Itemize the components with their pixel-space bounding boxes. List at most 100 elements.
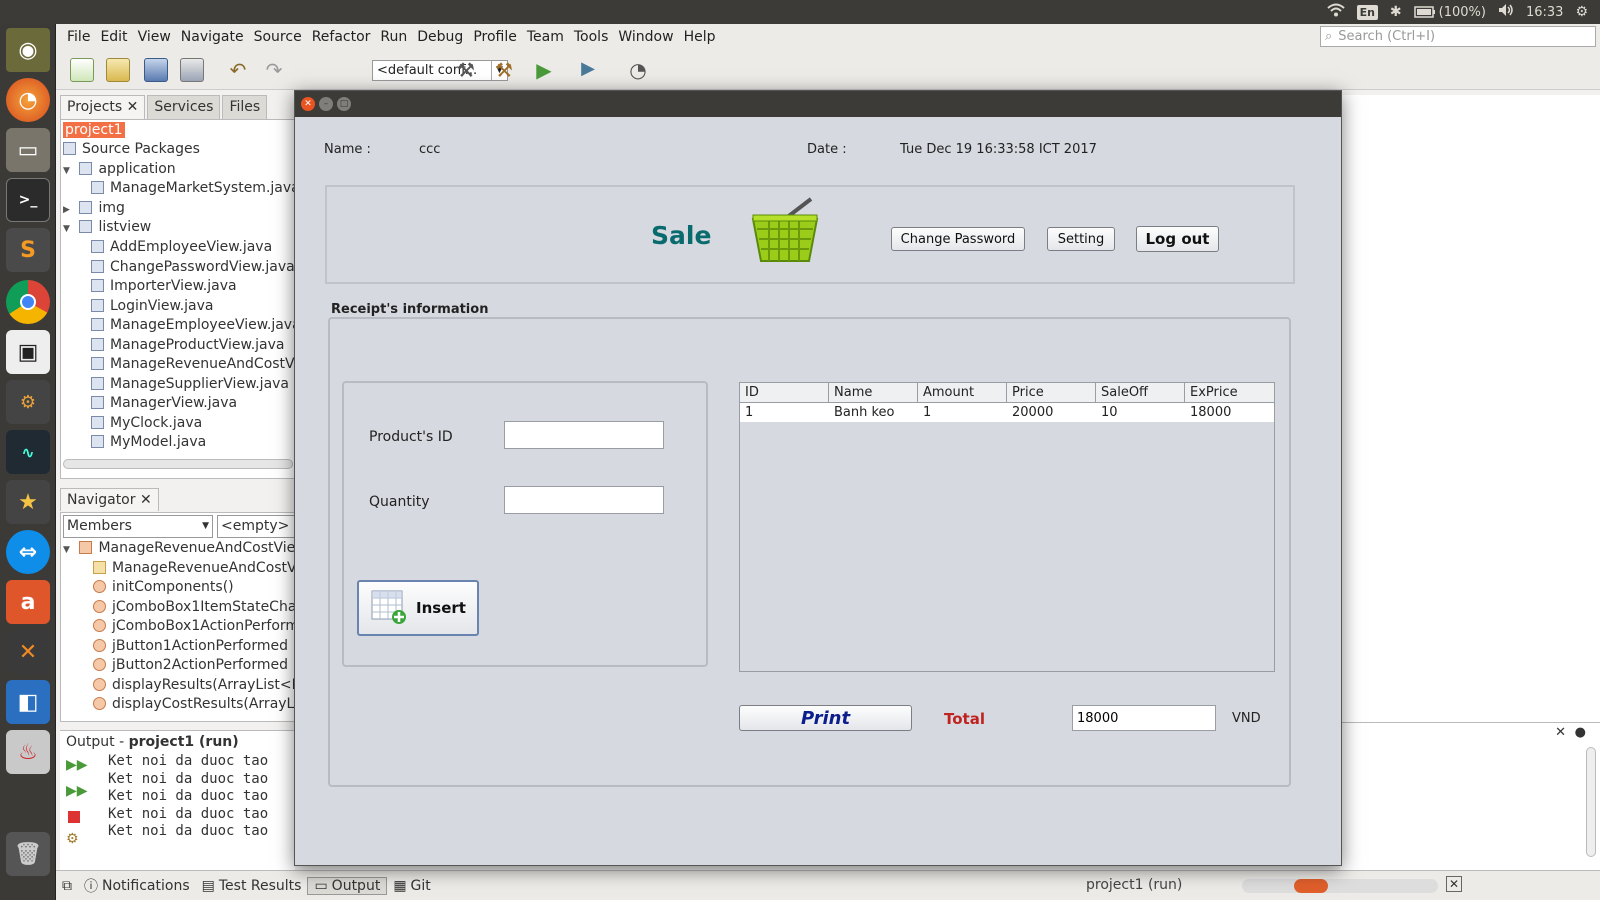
- ide-search-input[interactable]: ⌕ Search (Ctrl+I): [1320, 26, 1596, 47]
- quantity-label[interactable]: Quantity: [369, 494, 430, 510]
- tab-projects[interactable]: Projects ✕: [60, 95, 146, 119]
- total-field[interactable]: [1072, 705, 1216, 731]
- wifi-icon[interactable]: [1326, 3, 1345, 21]
- xampp-icon[interactable]: ✕: [6, 630, 50, 674]
- teamviewer-icon[interactable]: ⇔: [6, 530, 50, 574]
- close-icon[interactable]: ✕: [140, 492, 152, 508]
- clock[interactable]: 16:33: [1526, 5, 1563, 20]
- change-password-button[interactable]: Change Password: [891, 227, 1025, 251]
- filter-select[interactable]: <empty>: [217, 515, 294, 538]
- horizontal-scrollbar[interactable]: [63, 459, 293, 469]
- output-stop-icon[interactable]: [68, 811, 80, 823]
- git-button[interactable]: ▦ Git: [387, 878, 436, 894]
- save-all-icon[interactable]: [180, 58, 204, 82]
- undo-icon[interactable]: ↶: [226, 58, 250, 82]
- open-project-icon[interactable]: [144, 58, 168, 82]
- tree-file[interactable]: ImporterView.java: [91, 276, 237, 296]
- cell-id[interactable]: 1: [740, 403, 829, 422]
- product-id-input[interactable]: [504, 421, 664, 449]
- cell-amount[interactable]: 1: [918, 403, 1007, 422]
- java-ee-ide-icon[interactable]: ⚙: [6, 380, 50, 424]
- debug-icon[interactable]: ▶: [576, 58, 600, 82]
- tree-package-listview[interactable]: ▼ listview: [63, 217, 151, 237]
- volume-icon[interactable]: [1498, 3, 1514, 21]
- close-icon[interactable]: ✕: [127, 99, 139, 115]
- tab-services[interactable]: Services: [147, 95, 221, 119]
- virtualbox-icon[interactable]: ◧: [6, 680, 50, 724]
- close-window-icon[interactable]: ✕: [301, 97, 315, 111]
- expanded-arrow-icon[interactable]: ▼: [63, 161, 75, 181]
- system-monitor-icon[interactable]: ∿: [6, 430, 50, 474]
- navigator-member[interactable]: jComboBox1ActionPerformed: [93, 616, 294, 636]
- print-button[interactable]: Print: [739, 705, 912, 731]
- maximize-window-icon[interactable]: □: [337, 97, 351, 111]
- new-project-icon[interactable]: [106, 58, 130, 82]
- navigator-member[interactable]: jButton1ActionPerformed: [93, 636, 288, 656]
- screencast-icon[interactable]: ▣: [6, 330, 50, 374]
- files-icon[interactable]: ▭: [6, 128, 50, 172]
- column-header-saleoff[interactable]: SaleOff: [1096, 383, 1185, 403]
- run-icon[interactable]: ▶: [532, 58, 556, 82]
- tree-file[interactable]: ManageMarketSystem.java: [91, 178, 294, 198]
- java-app-icon[interactable]: ♨: [6, 730, 50, 774]
- cell-price[interactable]: 20000: [1007, 403, 1096, 422]
- insert-button[interactable]: Insert: [357, 580, 479, 636]
- configuration-select[interactable]: <default conf... ▼: [372, 60, 508, 81]
- statusbar-window-icon[interactable]: ⧉: [56, 878, 78, 894]
- test-results-button[interactable]: ▤ Test Results: [196, 878, 308, 894]
- column-header-id[interactable]: ID: [740, 383, 829, 403]
- tree-file[interactable]: ManageProductView.java: [91, 335, 285, 355]
- output-button[interactable]: ▭ Output: [307, 876, 388, 895]
- window-titlebar[interactable]: ✕ – □: [295, 91, 1341, 117]
- expanded-arrow-icon[interactable]: ▼: [63, 540, 75, 560]
- expanded-arrow-icon[interactable]: ▼: [63, 219, 75, 239]
- output-rerun-icon[interactable]: ▶▶: [66, 757, 88, 773]
- chrome-icon[interactable]: [6, 280, 50, 324]
- output-title[interactable]: Output - project1 (run): [60, 731, 295, 753]
- output-settings-icon[interactable]: ⚙: [66, 831, 79, 847]
- minimize-window-icon[interactable]: –: [319, 97, 333, 111]
- vertical-scrollbar[interactable]: [1586, 747, 1596, 857]
- trash-icon[interactable]: 🗑: [6, 832, 50, 876]
- logout-button[interactable]: Log out: [1136, 226, 1219, 252]
- quantity-input[interactable]: [504, 486, 664, 514]
- table-row[interactable]: 1 Banh keo 1 20000 10 18000: [740, 403, 1274, 422]
- build-hammer-icon[interactable]: ⚒: [454, 58, 478, 82]
- menu-refactor[interactable]: Refactor: [307, 29, 376, 45]
- close-icon[interactable]: ✕: [1555, 725, 1566, 740]
- tree-file[interactable]: LoginView.java: [91, 296, 214, 316]
- appstore-icon[interactable]: a: [6, 580, 50, 624]
- tab-files[interactable]: Files: [222, 95, 268, 119]
- cancel-task-icon[interactable]: ✕: [1446, 876, 1463, 892]
- column-header-name[interactable]: Name: [829, 383, 918, 403]
- tree-package-img[interactable]: ▶ img: [63, 198, 125, 218]
- column-header-amount[interactable]: Amount: [918, 383, 1007, 403]
- new-file-icon[interactable]: [70, 58, 94, 82]
- menu-team[interactable]: Team: [522, 29, 569, 45]
- navigator-member[interactable]: displayCostResults(ArrayList: [93, 694, 294, 714]
- tree-file[interactable]: MyClock.java: [91, 413, 202, 433]
- power-gear-icon[interactable]: ⚙: [1575, 4, 1588, 20]
- tree-file[interactable]: ManageRevenueAndCostView.java: [91, 354, 294, 374]
- menu-run[interactable]: Run: [375, 29, 412, 45]
- tree-source-packages[interactable]: Source Packages: [63, 139, 200, 159]
- navigator-member[interactable]: jButton2ActionPerformed: [93, 655, 288, 675]
- tree-project-root[interactable]: project1: [63, 120, 125, 140]
- menu-window[interactable]: Window: [613, 29, 678, 45]
- cell-exprice[interactable]: 18000: [1185, 403, 1274, 422]
- battery-indicator[interactable]: (100%): [1413, 5, 1486, 20]
- menu-source[interactable]: Source: [249, 29, 307, 45]
- cell-name[interactable]: Banh keo: [829, 403, 918, 422]
- tree-file[interactable]: ManageSupplierView.java: [91, 374, 289, 394]
- menu-edit[interactable]: Edit: [95, 29, 132, 45]
- navigator-tab[interactable]: Navigator ✕: [60, 488, 295, 512]
- keyboard-layout-indicator[interactable]: En: [1356, 4, 1378, 20]
- menu-help[interactable]: Help: [679, 29, 721, 45]
- column-header-price[interactable]: Price: [1007, 383, 1096, 403]
- clean-build-icon[interactable]: ⚒: [492, 58, 516, 82]
- tree-file[interactable]: ManagerView.java: [91, 393, 237, 413]
- tree-file[interactable]: ChangePasswordView.java: [91, 257, 294, 277]
- menu-navigate[interactable]: Navigate: [176, 29, 249, 45]
- members-select[interactable]: Members ▼: [63, 515, 213, 538]
- cell-saleoff[interactable]: 10: [1096, 403, 1185, 422]
